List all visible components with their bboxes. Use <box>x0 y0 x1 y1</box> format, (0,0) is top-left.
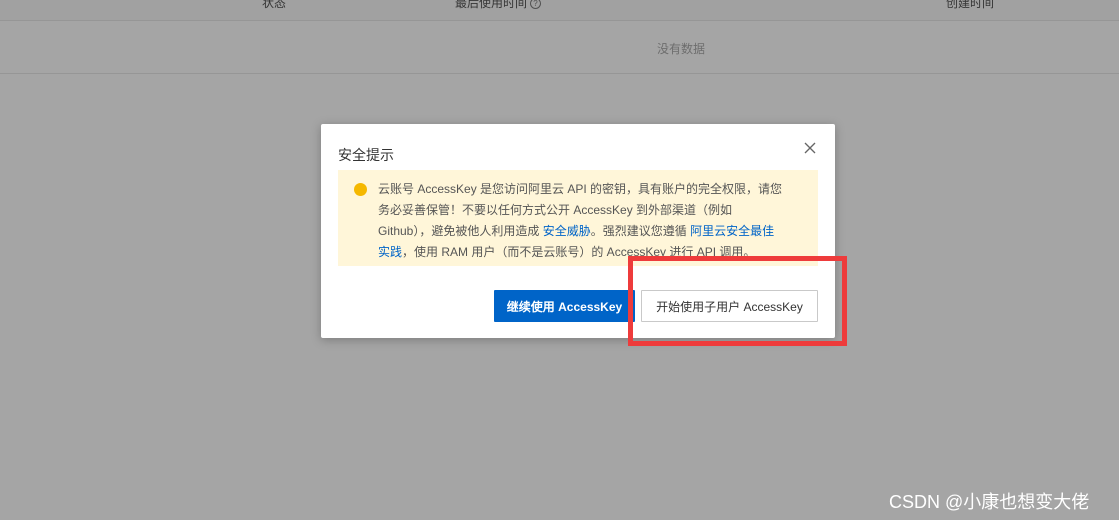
page: 状态 最后使用时间? 创建时间 没有数据 安全提示 云账号 AccessKey … <box>0 0 1119 520</box>
alert-message: 云账号 AccessKey 是您访问阿里云 API 的密钥，具有账户的完全权限，… <box>378 179 783 263</box>
dialog-title: 安全提示 <box>338 147 394 163</box>
warning-alert: 云账号 AccessKey 是您访问阿里云 API 的密钥，具有账户的完全权限，… <box>338 170 818 266</box>
close-icon[interactable] <box>803 141 817 155</box>
continue-accesskey-button[interactable]: 继续使用 AccessKey <box>494 290 635 322</box>
security-dialog: 安全提示 云账号 AccessKey 是您访问阿里云 API 的密钥，具有账户的… <box>321 124 835 338</box>
alert-text-part2: 。强烈建议您遵循 <box>590 224 691 238</box>
subuser-accesskey-button[interactable]: 开始使用子用户 AccessKey <box>641 290 818 322</box>
security-threat-link[interactable]: 安全威胁 <box>543 224 591 238</box>
warning-icon <box>354 183 367 196</box>
watermark: CSDN @小康也想变大佬 <box>889 492 1090 512</box>
alert-text-part3: ，使用 RAM 用户（而不是云账号）的 AccessKey 进行 API 调用。 <box>402 245 756 259</box>
